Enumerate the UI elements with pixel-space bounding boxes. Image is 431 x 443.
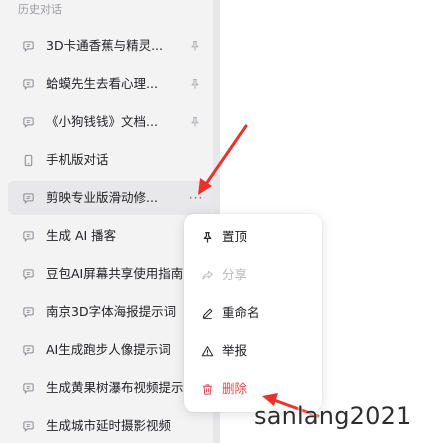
history-item[interactable]: 生成城市延时摄影视频 [8,409,213,443]
history-sidebar: 历史对话 3D卡通香蕉与精灵... 蛤蟆先生去看心理... 《小狗钱钱》文档..… [0,0,213,443]
chat-bubble-icon [21,305,35,319]
history-list: 3D卡通香蕉与精灵... 蛤蟆先生去看心理... 《小狗钱钱》文档... 手机版… [0,0,213,443]
pin-icon[interactable] [188,115,202,129]
menu-item-label: 删除 [222,381,248,396]
menu-item-pin[interactable]: 置顶 [190,220,316,254]
pencil-icon [200,306,214,320]
history-item[interactable]: 手机版对话 [8,143,213,177]
more-options-button[interactable]: ··· [186,189,206,207]
chat-bubble-icon [21,381,35,395]
history-item-label: 手机版对话 [46,152,109,167]
chat-bubble-icon [21,229,35,243]
context-menu: 置顶 分享 重命名 举报 删除 [184,214,322,412]
history-item-label: 《小狗钱钱》文档... [46,114,158,129]
history-item-label: 生成 AI 播客 [46,228,117,243]
menu-item-label: 重命名 [222,305,260,320]
history-item-label: 生成黄果树瀑布视频提示 [46,380,184,395]
chat-bubble-icon [21,39,35,53]
history-item[interactable]: 3D卡通香蕉与精灵... [8,29,213,63]
phone-icon [21,153,35,167]
warning-icon [200,344,214,358]
pin-icon [200,230,214,244]
history-item-label: 蛤蟆先生去看心理... [46,76,158,91]
history-item[interactable]: 《小狗钱钱》文档... [8,105,213,139]
history-item[interactable]: 生成 AI 播客 [8,219,213,253]
history-item[interactable]: 蛤蟆先生去看心理... [8,67,213,101]
history-item-label: 豆包AI屏幕共享使用指南 [46,266,184,281]
history-item[interactable]: 生成黄果树瀑布视频提示 [8,371,213,405]
menu-item-delete[interactable]: 删除 [190,372,316,406]
pin-icon[interactable] [188,39,202,53]
history-item-label: AI生成跑步人像提示词 [46,342,171,357]
watermark: sanlang2021 [254,402,412,430]
history-item-label: 剪映专业版滑动修... [46,190,158,205]
chat-bubble-icon [21,343,35,357]
chat-bubble-icon [21,191,35,205]
chat-bubble-icon [21,419,35,433]
menu-item-label: 举报 [222,343,248,358]
history-item-active[interactable]: 剪映专业版滑动修... ··· [8,181,213,215]
history-item[interactable]: 南京3D字体海报提示词 [8,295,213,329]
history-item[interactable]: 豆包AI屏幕共享使用指南 [8,257,213,291]
history-item-label: 3D卡通香蕉与精灵... [46,38,163,53]
share-icon [200,268,214,282]
menu-item-label: 分享 [222,267,248,282]
menu-item-label: 置顶 [222,229,248,244]
history-item[interactable]: AI生成跑步人像提示词 [8,333,213,367]
chat-bubble-icon [21,115,35,129]
menu-item-report[interactable]: 举报 [190,334,316,368]
chat-bubble-icon [21,77,35,91]
trash-icon [200,382,214,396]
menu-item-share[interactable]: 分享 [190,258,316,292]
history-item-label: 生成城市延时摄影视频 [46,418,172,433]
history-item-label: 南京3D字体海报提示词 [46,304,177,319]
menu-item-rename[interactable]: 重命名 [190,296,316,330]
chat-bubble-icon [21,267,35,281]
pin-icon[interactable] [188,77,202,91]
